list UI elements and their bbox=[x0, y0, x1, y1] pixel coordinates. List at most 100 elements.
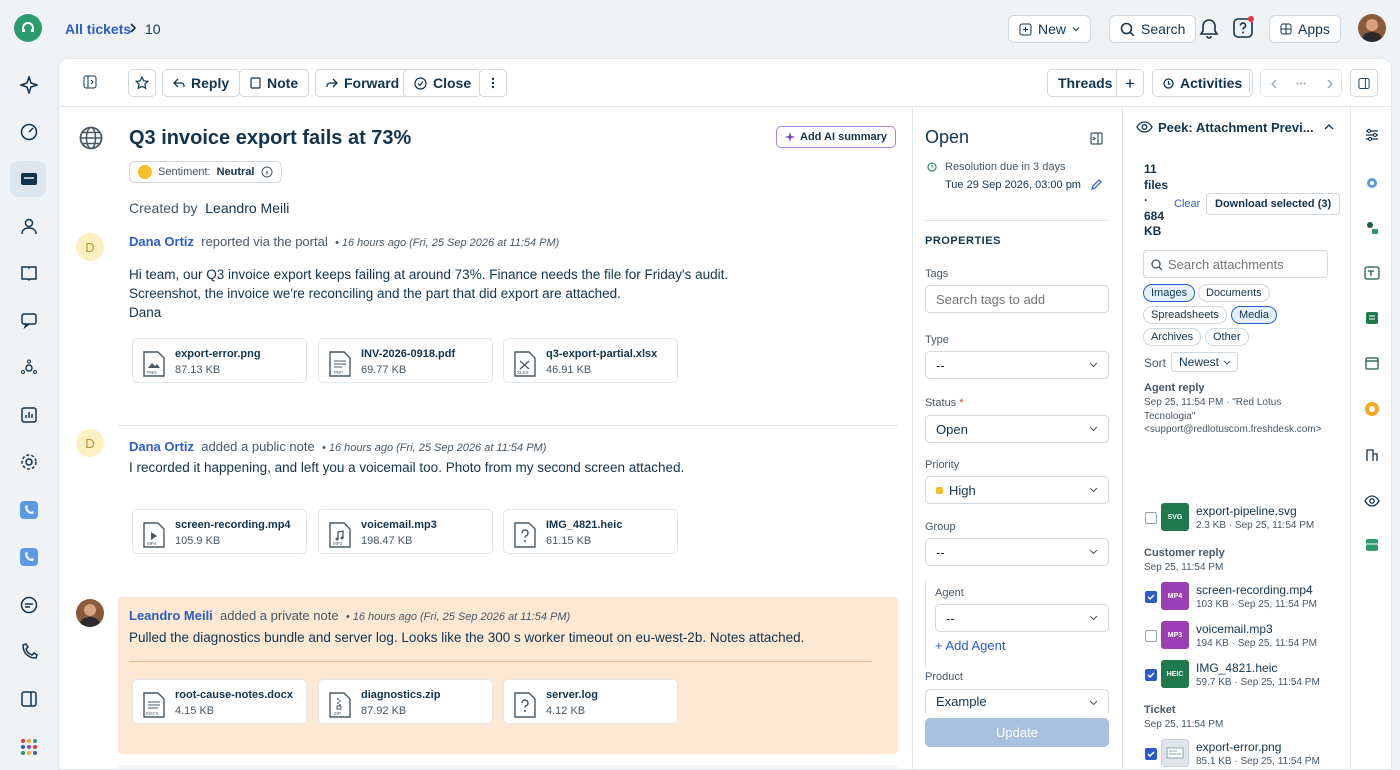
attachment-card[interactable]: MP4 screen-recording.mp4 105.9 KB bbox=[132, 509, 307, 554]
message-author[interactable]: Leandro Meili bbox=[129, 608, 213, 623]
freshworks-apps-icon[interactable] bbox=[17, 735, 41, 759]
file-checkbox-checked[interactable] bbox=[1145, 748, 1157, 760]
filter-chip-archives[interactable]: Archives bbox=[1143, 328, 1202, 346]
sliders-icon[interactable] bbox=[1364, 127, 1380, 143]
knowledge-book-icon[interactable] bbox=[17, 261, 41, 285]
add-ai-summary-button[interactable]: Add AI summary bbox=[776, 126, 897, 148]
reply-arrow-icon bbox=[173, 78, 185, 88]
peek-file-row[interactable]: SVG export-pipeline.svg 2.3 KB · Sep 25,… bbox=[1143, 503, 1348, 533]
app-calendar-icon[interactable] bbox=[1364, 355, 1380, 371]
status-select[interactable]: Open bbox=[925, 415, 1109, 443]
filter-chip-images[interactable]: Images bbox=[1143, 284, 1196, 302]
attachment-card[interactable]: DOCX root-cause-notes.docx 4.15 KB bbox=[132, 679, 307, 724]
forward-button[interactable]: Forward bbox=[315, 69, 411, 97]
app-orange-icon[interactable] bbox=[1364, 401, 1380, 417]
ellipsis-icon[interactable] bbox=[1296, 82, 1306, 85]
file-checkbox-checked[interactable] bbox=[1145, 669, 1157, 681]
sidebar-collapse-icon[interactable] bbox=[83, 75, 97, 89]
sort-select[interactable]: Newest bbox=[1171, 352, 1238, 372]
file-checkbox[interactable] bbox=[1145, 512, 1157, 524]
message-author[interactable]: Dana Ortiz bbox=[129, 234, 194, 249]
type-select[interactable]: -- bbox=[925, 351, 1109, 379]
product-select[interactable]: Example bbox=[925, 689, 1109, 713]
neutral-face-icon bbox=[138, 165, 152, 179]
attachment-card[interactable]: ZIP diagnostics.zip 87.92 KB bbox=[318, 679, 493, 724]
agent-reply-meta: Tecnologia" bbox=[1144, 411, 1196, 422]
close-ticket-button[interactable]: Close bbox=[403, 69, 483, 97]
filter-chip-documents[interactable]: Documents bbox=[1198, 284, 1270, 302]
attachment-card[interactable]: IMG_4821.heic 61.15 KB bbox=[503, 509, 678, 554]
app-translate-icon[interactable] bbox=[1364, 265, 1380, 281]
search-attachments-box[interactable] bbox=[1143, 250, 1328, 278]
peek-eye-icon[interactable] bbox=[1364, 493, 1380, 509]
phone-icon[interactable] bbox=[17, 640, 41, 664]
more-actions-button[interactable] bbox=[479, 69, 507, 97]
threads-button[interactable]: Threads bbox=[1047, 69, 1124, 97]
agent-select[interactable]: -- bbox=[935, 604, 1109, 632]
contacts-icon[interactable] bbox=[17, 214, 41, 238]
app-building-icon[interactable] bbox=[1364, 447, 1380, 463]
activities-button[interactable]: Activities bbox=[1152, 69, 1254, 97]
priority-select[interactable]: High bbox=[925, 476, 1109, 504]
reports-icon[interactable] bbox=[17, 403, 41, 427]
peek-file-row[interactable]: MP4 screen-recording.mp4 103 KB · Sep 25… bbox=[1143, 582, 1348, 612]
filter-chip-other[interactable]: Other bbox=[1205, 328, 1249, 346]
file-checkbox-checked[interactable] bbox=[1145, 591, 1157, 603]
panel-toggle-icon[interactable] bbox=[17, 687, 41, 711]
add-agent-link[interactable]: + Add Agent bbox=[935, 638, 1005, 653]
add-thread-button[interactable] bbox=[1116, 69, 1144, 97]
star-button[interactable] bbox=[128, 69, 156, 97]
filter-chip-spreadsheets[interactable]: Spreadsheets bbox=[1143, 306, 1227, 324]
message-author[interactable]: Dana Ortiz bbox=[129, 439, 194, 454]
apps-button[interactable]: Apps bbox=[1269, 15, 1341, 43]
peek-file-row[interactable]: HEIC IMG_4821.heic 59.7 KB · Sep 25, 11:… bbox=[1143, 660, 1348, 690]
attachment-card[interactable]: PDF INV-2026-0918.pdf 69.77 KB bbox=[318, 338, 493, 383]
new-button[interactable]: New bbox=[1008, 15, 1092, 43]
message-header: Leandro Meili added a private note • 16 … bbox=[129, 608, 570, 623]
user-avatar[interactable] bbox=[1358, 14, 1386, 42]
attachment-name: root-cause-notes.docx bbox=[175, 689, 293, 701]
chevron-left-icon[interactable] bbox=[1270, 79, 1278, 89]
breadcrumb-all-tickets[interactable]: All tickets bbox=[65, 21, 131, 37]
app-gear-icon[interactable] bbox=[1364, 175, 1380, 191]
automation-icon[interactable] bbox=[17, 356, 41, 380]
right-panel-toggle-button[interactable] bbox=[1350, 69, 1378, 97]
chat-icon[interactable] bbox=[17, 308, 41, 332]
tags-input[interactable] bbox=[925, 285, 1109, 313]
help-icon[interactable] bbox=[1232, 16, 1256, 40]
attachment-card[interactable]: PNG export-error.png 87.13 KB bbox=[132, 338, 307, 383]
app-users-icon[interactable] bbox=[1364, 220, 1380, 236]
app-sheet-icon[interactable] bbox=[1364, 310, 1380, 326]
filter-chip-media[interactable]: Media bbox=[1231, 306, 1277, 324]
peek-file-row[interactable]: MP3 voicemail.mp3 194 KB · Sep 25, 11:54… bbox=[1143, 621, 1348, 651]
attachment-card[interactable]: XLSX q3-export-partial.xlsx 46.91 KB bbox=[503, 338, 678, 383]
dashboard-icon[interactable] bbox=[17, 120, 41, 144]
ai-sparkle-icon[interactable] bbox=[17, 73, 41, 97]
settings-gear-icon[interactable] bbox=[17, 450, 41, 474]
chevron-up-icon[interactable] bbox=[1324, 123, 1334, 130]
attachment-card[interactable]: MP3 voicemail.mp3 198.47 KB bbox=[318, 509, 493, 554]
tickets-icon[interactable] bbox=[17, 167, 41, 191]
group-select[interactable]: -- bbox=[925, 538, 1109, 566]
search-attachments-input[interactable] bbox=[1168, 255, 1323, 273]
edit-pencil-icon[interactable] bbox=[1091, 179, 1102, 190]
clear-selection-link[interactable]: Clear bbox=[1174, 198, 1200, 210]
phone-app-icon[interactable] bbox=[17, 498, 41, 522]
search-button[interactable]: Search bbox=[1109, 15, 1197, 43]
file-checkbox[interactable] bbox=[1145, 630, 1157, 642]
bell-icon[interactable] bbox=[1199, 18, 1219, 40]
reply-button[interactable]: Reply bbox=[162, 69, 241, 97]
app-archive-icon[interactable] bbox=[1364, 537, 1380, 553]
attachment-card[interactable]: server.log 4.12 KB bbox=[503, 679, 678, 724]
download-selected-button[interactable]: Download selected (3) bbox=[1206, 193, 1341, 215]
freshdesk-logo-icon[interactable] bbox=[14, 14, 42, 42]
info-icon[interactable] bbox=[261, 166, 273, 178]
update-button[interactable]: Update bbox=[925, 718, 1109, 747]
note-button[interactable]: Note bbox=[239, 69, 310, 97]
phone-app-2-icon[interactable] bbox=[17, 545, 41, 569]
chevron-right-icon[interactable] bbox=[1326, 79, 1334, 89]
collapse-panel-icon[interactable] bbox=[1090, 132, 1103, 145]
created-by-name[interactable]: Leandro Meili bbox=[205, 200, 289, 216]
peek-file-row[interactable]: export-error.png 85.1 KB · Sep 25, 11:54… bbox=[1143, 739, 1348, 769]
messages-icon[interactable] bbox=[17, 593, 41, 617]
